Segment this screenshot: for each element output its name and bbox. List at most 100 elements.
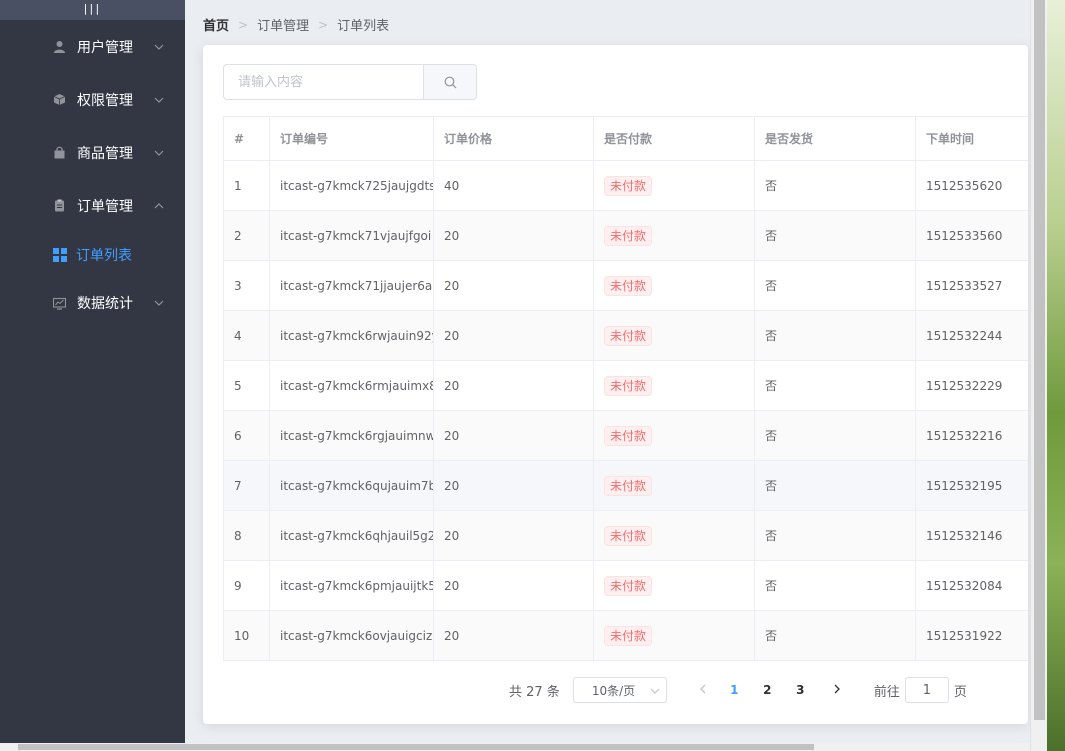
cell-order-number: itcast-g7kmck6rwjauin92y bbox=[269, 310, 434, 361]
cell-paid: 未付款 bbox=[593, 360, 755, 411]
column-header[interactable]: 订单编号 bbox=[269, 116, 434, 161]
cell-price: 20 bbox=[433, 610, 594, 661]
cell-index: 1 bbox=[223, 160, 270, 211]
chevron-down-icon bbox=[154, 97, 164, 103]
status-badge: 未付款 bbox=[604, 225, 653, 246]
cell-price: 20 bbox=[433, 210, 594, 261]
cell-price: 20 bbox=[433, 410, 594, 461]
cell-shipped: 否 bbox=[754, 460, 916, 511]
chevron-right-icon: > bbox=[318, 17, 329, 32]
status-badge: 未付款 bbox=[604, 575, 653, 596]
cell-index: 5 bbox=[223, 360, 270, 411]
chevron-down-icon bbox=[154, 150, 164, 156]
vertical-scrollbar[interactable] bbox=[1030, 0, 1047, 751]
cell-index: 7 bbox=[223, 460, 270, 511]
grid-icon bbox=[53, 248, 67, 262]
cell-order-number: itcast-g7kmck6qujauim7bv bbox=[269, 460, 434, 511]
table-row[interactable]: 8 itcast-g7kmck6qhjauil5g2 20 未付款 否 151253214… bbox=[223, 510, 1028, 561]
horizontal-scrollbar[interactable] bbox=[0, 743, 1030, 751]
cell-price: 20 bbox=[433, 310, 594, 361]
cell-shipped: 否 bbox=[754, 160, 916, 211]
cell-shipped: 否 bbox=[754, 310, 916, 361]
next-page-button[interactable] bbox=[822, 683, 852, 698]
page-number-3[interactable]: 3 bbox=[784, 683, 817, 697]
sidebar-item-goods[interactable]: 商品管理 bbox=[0, 126, 185, 179]
pagination-total: 共 27 条 bbox=[509, 684, 560, 700]
cell-index: 6 bbox=[223, 410, 270, 461]
cell-shipped: 否 bbox=[754, 360, 916, 411]
table-row[interactable]: 2 itcast-g7kmck71vjaujfgoi 20 未付款 否 151253356… bbox=[223, 210, 1028, 261]
chart-icon bbox=[52, 296, 66, 310]
sidebar-item-label: 数据统计 bbox=[77, 296, 133, 312]
sidebar: ||| 用户管理 权限管理 商品管理 订单管理 订单列表 数据统计 bbox=[0, 0, 185, 751]
scrollbar-thumb[interactable] bbox=[1034, 0, 1045, 720]
cell-shipped: 否 bbox=[754, 410, 916, 461]
cell-time: 1512532229 bbox=[915, 360, 1028, 411]
cell-price: 20 bbox=[433, 360, 594, 411]
cell-price: 40 bbox=[433, 160, 594, 211]
cell-paid: 未付款 bbox=[593, 160, 755, 211]
table-row[interactable]: 3 itcast-g7kmck71jjaujer6a 20 未付款 否 151253352… bbox=[223, 260, 1028, 311]
table-row[interactable]: 1 itcast-g7kmck725jaujgdts 40 未付款 否 151253562… bbox=[223, 160, 1028, 211]
cell-paid: 未付款 bbox=[593, 560, 755, 611]
sidebar-item-reports[interactable]: 数据统计 bbox=[0, 278, 185, 328]
cell-paid: 未付款 bbox=[593, 410, 755, 461]
desktop-wallpaper bbox=[1047, 0, 1065, 751]
cell-paid: 未付款 bbox=[593, 510, 755, 561]
table-row[interactable]: 10 itcast-g7kmck6ovjauigciz 20 未付款 否 15125319… bbox=[223, 610, 1028, 661]
cell-order-number: itcast-g7kmck6qhjauil5g2 bbox=[269, 510, 434, 561]
column-header[interactable]: 是否付款 bbox=[593, 116, 755, 161]
prev-page-button[interactable] bbox=[688, 683, 718, 698]
search-input[interactable] bbox=[223, 64, 423, 100]
sidebar-item-users[interactable]: 用户管理 bbox=[0, 20, 185, 73]
cell-index: 3 bbox=[223, 260, 270, 311]
status-badge: 未付款 bbox=[604, 275, 653, 296]
bag-icon bbox=[52, 146, 66, 160]
cell-index: 10 bbox=[223, 610, 270, 661]
cell-order-number: itcast-g7kmck725jaujgdts bbox=[269, 160, 434, 211]
table-row[interactable]: 9 itcast-g7kmck6pmjauijtk5 20 未付款 否 151253208… bbox=[223, 560, 1028, 611]
search-button[interactable] bbox=[423, 64, 477, 100]
sidebar-item-permissions[interactable]: 权限管理 bbox=[0, 73, 185, 126]
box-icon bbox=[52, 93, 66, 107]
cell-time: 1512532195 bbox=[915, 460, 1028, 511]
cell-time: 1512532146 bbox=[915, 510, 1028, 561]
status-badge: 未付款 bbox=[604, 375, 653, 396]
goto-suffix: 页 bbox=[953, 684, 967, 700]
sidebar-item-label: 订单管理 bbox=[77, 198, 133, 215]
column-header[interactable]: 下单时间 bbox=[915, 116, 1028, 161]
table-row[interactable]: 7 itcast-g7kmck6qujauim7bv 20 未付款 否 151253219… bbox=[223, 460, 1028, 511]
page-number-1[interactable]: 1 bbox=[718, 683, 751, 697]
cell-index: 2 bbox=[223, 210, 270, 261]
sidebar-subitem-order-list[interactable]: 订单列表 bbox=[0, 232, 185, 278]
column-header[interactable]: 订单价格 bbox=[433, 116, 594, 161]
sidebar-item-label: 商品管理 bbox=[77, 145, 133, 162]
cell-shipped: 否 bbox=[754, 560, 916, 611]
cell-index: 8 bbox=[223, 510, 270, 561]
goto-page-input[interactable] bbox=[904, 677, 949, 703]
sidebar-item-label: 用户管理 bbox=[77, 39, 133, 56]
page-number-2[interactable]: 2 bbox=[751, 683, 784, 697]
goto-label: 前往 bbox=[873, 684, 900, 700]
cell-price: 20 bbox=[433, 510, 594, 561]
breadcrumb-home-link[interactable]: 首页 bbox=[203, 15, 229, 34]
cell-time: 1512532244 bbox=[915, 310, 1028, 361]
page-size-select[interactable]: 10条/页 bbox=[572, 677, 667, 703]
column-header[interactable]: 是否发货 bbox=[754, 116, 916, 161]
table-row[interactable]: 6 itcast-g7kmck6rgjauimnw4 20 未付款 否 151253221… bbox=[223, 410, 1028, 461]
cell-shipped: 否 bbox=[754, 510, 916, 561]
table-row[interactable]: 4 itcast-g7kmck6rwjauin92y 20 未付款 否 151253224… bbox=[223, 310, 1028, 361]
page-size-value: 10条/页 bbox=[591, 683, 636, 698]
table-row[interactable]: 5 itcast-g7kmck6rmjauimx8v 20 未付款 否 151253222… bbox=[223, 360, 1028, 411]
cell-time: 1512532216 bbox=[915, 410, 1028, 461]
sidebar-item-orders[interactable]: 订单管理 bbox=[0, 179, 185, 232]
column-header[interactable]: # bbox=[223, 116, 270, 161]
user-icon bbox=[52, 40, 66, 54]
sidebar-toggle-button[interactable]: ||| bbox=[0, 0, 185, 20]
cell-price: 20 bbox=[433, 560, 594, 611]
cell-paid: 未付款 bbox=[593, 460, 755, 511]
sidebar-item-label: 权限管理 bbox=[77, 92, 133, 109]
cell-paid: 未付款 bbox=[593, 610, 755, 661]
chevron-left-icon bbox=[699, 684, 706, 693]
scrollbar-thumb[interactable] bbox=[18, 744, 814, 750]
